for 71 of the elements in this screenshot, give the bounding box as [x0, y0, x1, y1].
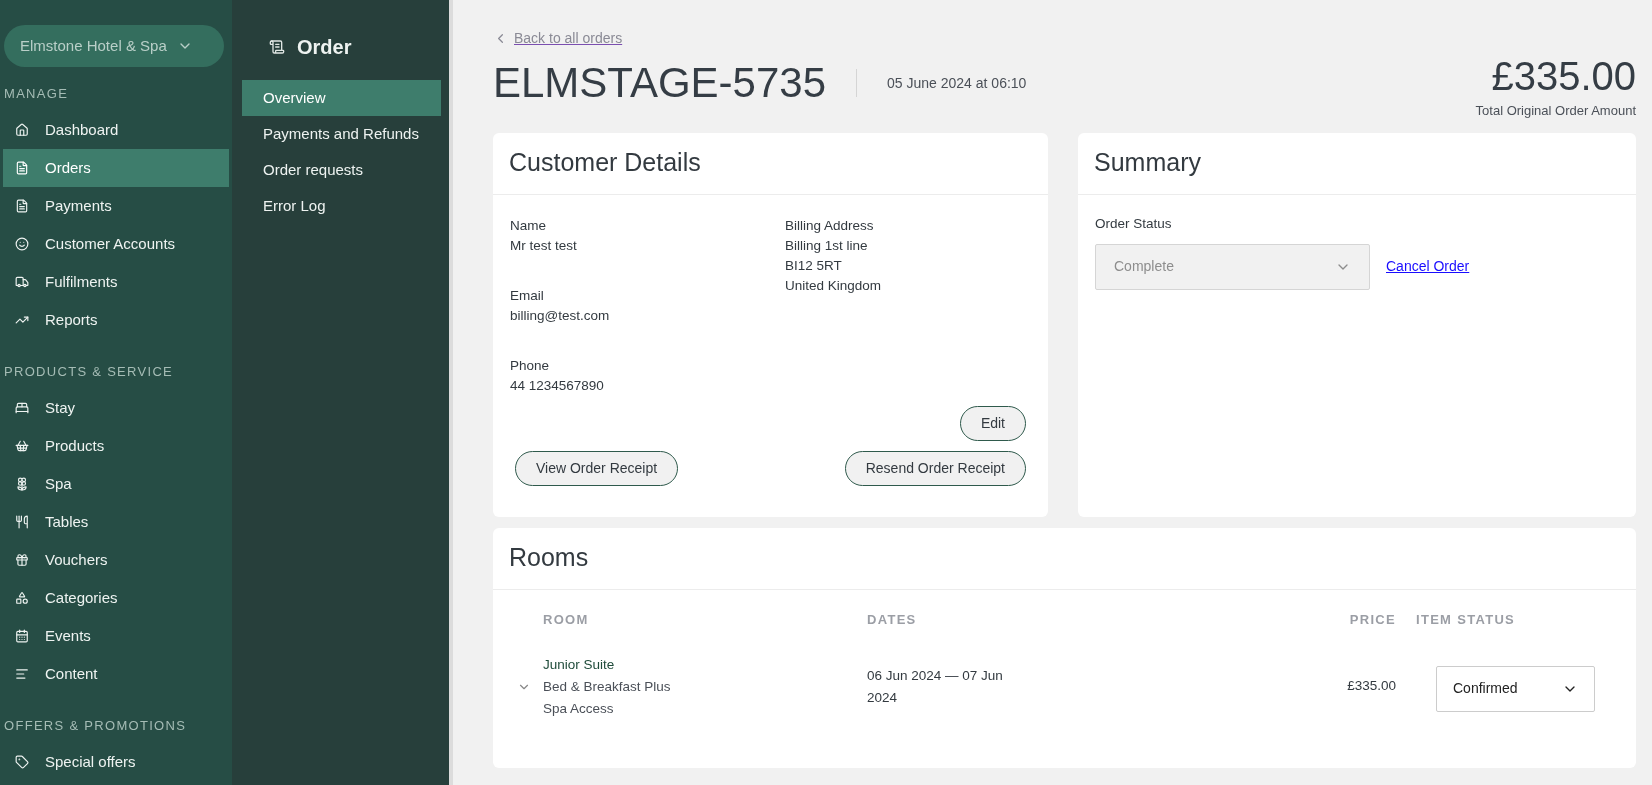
- truck-icon: [15, 275, 29, 289]
- tag-icon: [15, 755, 29, 769]
- edit-button[interactable]: Edit: [959, 405, 1026, 441]
- subnav-item[interactable]: Payments and Refunds: [242, 116, 441, 152]
- calendar-icon: [15, 629, 29, 643]
- room-detail: Bed & Breakfast Plus: [543, 677, 672, 696]
- cancel-order-link[interactable]: Cancel Order: [1386, 256, 1470, 278]
- sidebar-item[interactable]: Dashboard: [3, 111, 229, 149]
- subnav-item[interactable]: Overview: [242, 80, 441, 116]
- total-caption: Total Original Order Amount: [1475, 102, 1636, 120]
- resend-receipt-button[interactable]: Resend Order Receipt: [844, 450, 1026, 486]
- basket-icon: [15, 439, 29, 453]
- subnav-item[interactable]: Order requests: [242, 152, 441, 188]
- gift-icon: [15, 553, 29, 567]
- document-icon: [15, 199, 29, 213]
- field-value: 44 1234567890: [510, 376, 605, 395]
- room-detail: Spa Access: [543, 699, 615, 718]
- item-status-select[interactable]: Confirmed: [1436, 665, 1595, 712]
- bed-icon: [15, 401, 29, 415]
- sidebar-item[interactable]: Events: [3, 617, 229, 655]
- sidebar-item[interactable]: Categories: [3, 579, 229, 617]
- section-heading: MANAGE: [3, 85, 70, 104]
- sidebar-item[interactable]: Reports: [3, 301, 229, 339]
- column-header: PRICE: [1348, 610, 1397, 629]
- receipt-icon: [269, 39, 285, 55]
- sidebar-item[interactable]: Products: [3, 427, 229, 465]
- section-heading: PRODUCTS & SERVICE: [3, 363, 175, 382]
- column-header: ITEM STATUS: [1416, 610, 1517, 629]
- card-title: Rooms: [509, 542, 589, 574]
- field-value: BI12 5RT: [785, 256, 843, 275]
- sidebar-item[interactable]: Vouchers: [3, 541, 229, 579]
- field-label: Phone: [510, 356, 551, 375]
- room-dates: 06 Jun 2024 — 07 Jun 2024: [867, 666, 1004, 707]
- card-title: Summary: [1094, 147, 1201, 179]
- face-icon: [15, 237, 29, 251]
- document-icon: [15, 161, 29, 175]
- section-heading: OFFERS & PROMOTIONS: [3, 717, 188, 736]
- column-header: ROOM: [543, 610, 590, 629]
- room-price: £335.00: [1347, 676, 1396, 695]
- field-value: Mr test test: [510, 236, 578, 255]
- sidebar-item[interactable]: Tables: [3, 503, 229, 541]
- sidebar-item[interactable]: Spa: [3, 465, 229, 503]
- view-receipt-button[interactable]: View Order Receipt: [515, 450, 679, 486]
- order-total: £335.00: [1491, 53, 1636, 100]
- field-label: Order Status: [1095, 214, 1173, 233]
- flower-icon: [15, 477, 29, 491]
- field-label: Name: [510, 216, 547, 235]
- order-date: 05 June 2024 at 06:10: [887, 73, 1027, 93]
- home-icon: [15, 123, 29, 137]
- cutlery-icon: [15, 515, 29, 529]
- sidebar-item[interactable]: Payments: [3, 187, 229, 225]
- subnav-title: Order: [297, 35, 352, 60]
- sidebar-item[interactable]: Orders: [3, 149, 229, 187]
- room-name: Junior Suite: [543, 655, 616, 674]
- field-label: Billing Address: [785, 216, 875, 235]
- sidebar-item[interactable]: Stay: [3, 389, 229, 427]
- sidebar-item[interactable]: Customer Accounts: [3, 225, 229, 263]
- order-id: ELMSTAGE-5735: [493, 58, 827, 108]
- card-title: Customer Details: [509, 147, 701, 179]
- column-header: DATES: [867, 610, 918, 629]
- sidebar-item[interactable]: Special offers: [3, 743, 229, 781]
- field-value: billing@test.com: [510, 306, 611, 325]
- field-label: Email: [510, 286, 545, 305]
- text-lines-icon: [15, 667, 29, 681]
- subnav-item[interactable]: Error Log: [242, 188, 441, 224]
- field-value: Billing 1st line: [785, 236, 869, 255]
- property-selector[interactable]: Elmstone Hotel & Spa: [4, 25, 224, 67]
- field-value: United Kingdom: [785, 276, 882, 295]
- shapes-icon: [15, 591, 29, 605]
- sidebar-item[interactable]: Fulfilments: [3, 263, 229, 301]
- sidebar-item[interactable]: Content: [3, 655, 229, 693]
